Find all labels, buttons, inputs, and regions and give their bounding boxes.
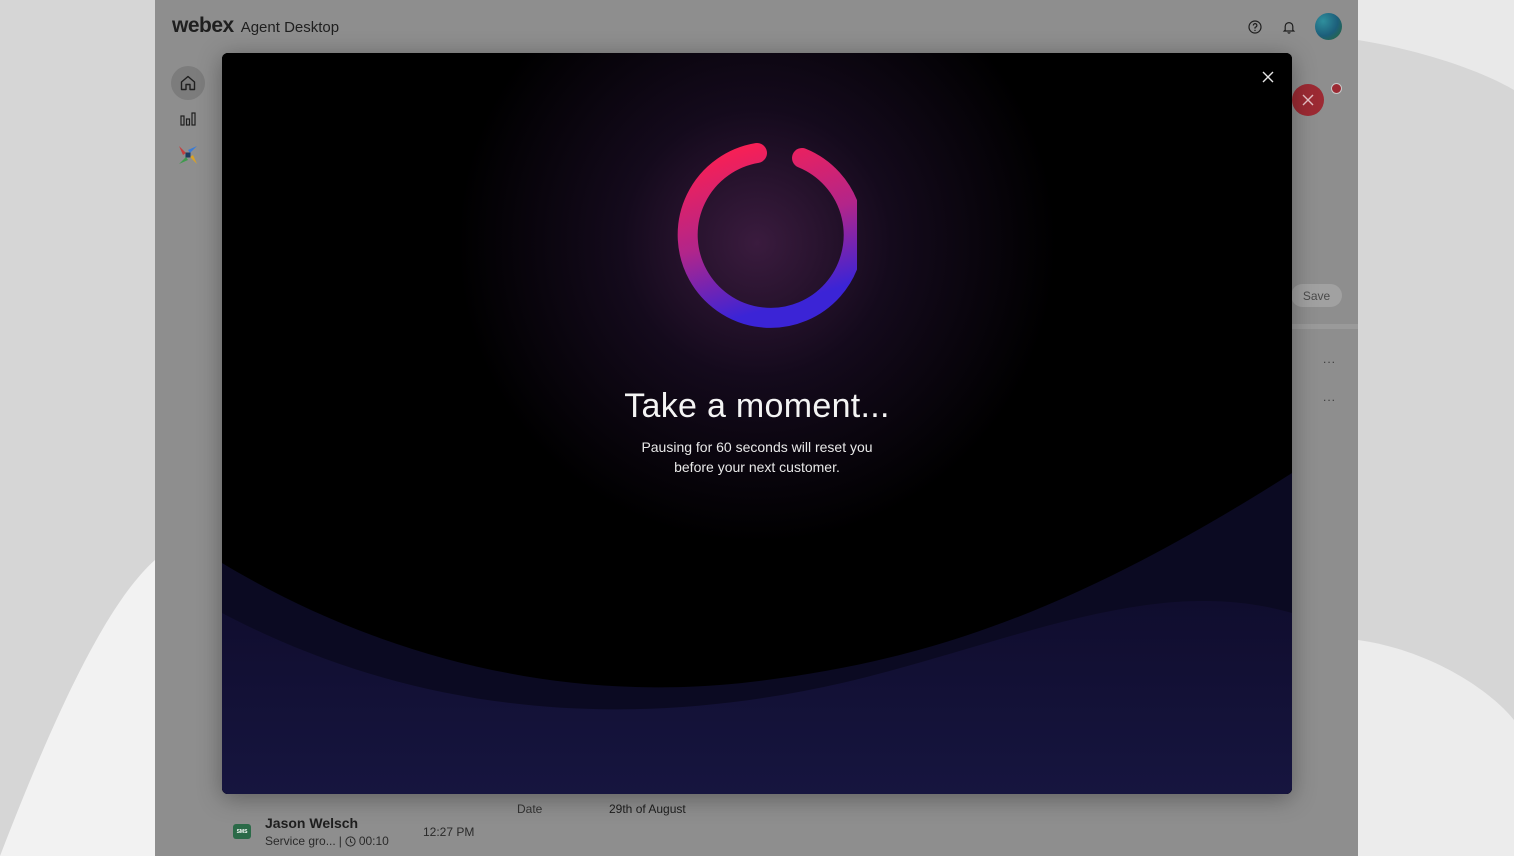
top-icons: [1247, 13, 1342, 40]
contact-row[interactable]: SMS Jason Welsch Service gro... | 00:10 …: [221, 796, 1358, 856]
separator: |: [338, 834, 342, 848]
progress-ring: [677, 143, 857, 328]
product-name: Agent Desktop: [240, 19, 340, 36]
contact-duration: 00:10: [358, 834, 389, 848]
top-bar: webex Agent Desktop: [155, 0, 1358, 54]
nav-home[interactable]: [171, 66, 205, 100]
more-options-button-2[interactable]: ...: [1323, 390, 1336, 404]
modal-title: Take a moment...: [624, 387, 890, 425]
contact-name: Jason Welsch: [265, 815, 359, 831]
end-session-button[interactable]: [1292, 84, 1324, 116]
brand: webex Agent Desktop: [172, 14, 339, 38]
help-icon[interactable]: [1247, 19, 1263, 35]
analytics-icon: [180, 112, 196, 126]
clock-icon: [345, 835, 356, 847]
contact-queue: Service gro...: [265, 834, 336, 848]
close-icon: [1302, 94, 1314, 106]
close-modal-button[interactable]: [1258, 67, 1278, 87]
contact-subtitle: Service gro... | 00:10: [265, 834, 389, 848]
sidebar: [171, 66, 207, 174]
modal-message-line-2: before your next customer.: [674, 459, 840, 475]
user-avatar[interactable]: [1315, 13, 1342, 40]
modal-message: Pausing for 60 seconds will reset you be…: [222, 437, 1292, 477]
date-label: Date: [517, 802, 543, 816]
nav-app[interactable]: [171, 138, 205, 172]
app-icon: [179, 146, 197, 164]
more-options-button-1[interactable]: ...: [1323, 352, 1336, 366]
take-a-moment-modal: Take a moment... Pausing for 60 seconds …: [222, 53, 1292, 794]
home-icon: [180, 75, 196, 91]
divider: [1292, 324, 1358, 329]
nav-analytics[interactable]: [171, 102, 205, 136]
notification-dot: [1331, 83, 1342, 94]
sms-channel-icon: SMS: [233, 824, 251, 839]
contact-time: 12:27 PM: [423, 825, 475, 839]
modal-message-line-1: Pausing for 60 seconds will reset you: [641, 439, 873, 455]
date-value: 29th of August: [609, 802, 686, 816]
close-icon: [1262, 71, 1274, 83]
bell-icon[interactable]: [1281, 19, 1297, 35]
webex-logo: webex: [172, 14, 234, 37]
save-button[interactable]: Save: [1291, 284, 1342, 307]
